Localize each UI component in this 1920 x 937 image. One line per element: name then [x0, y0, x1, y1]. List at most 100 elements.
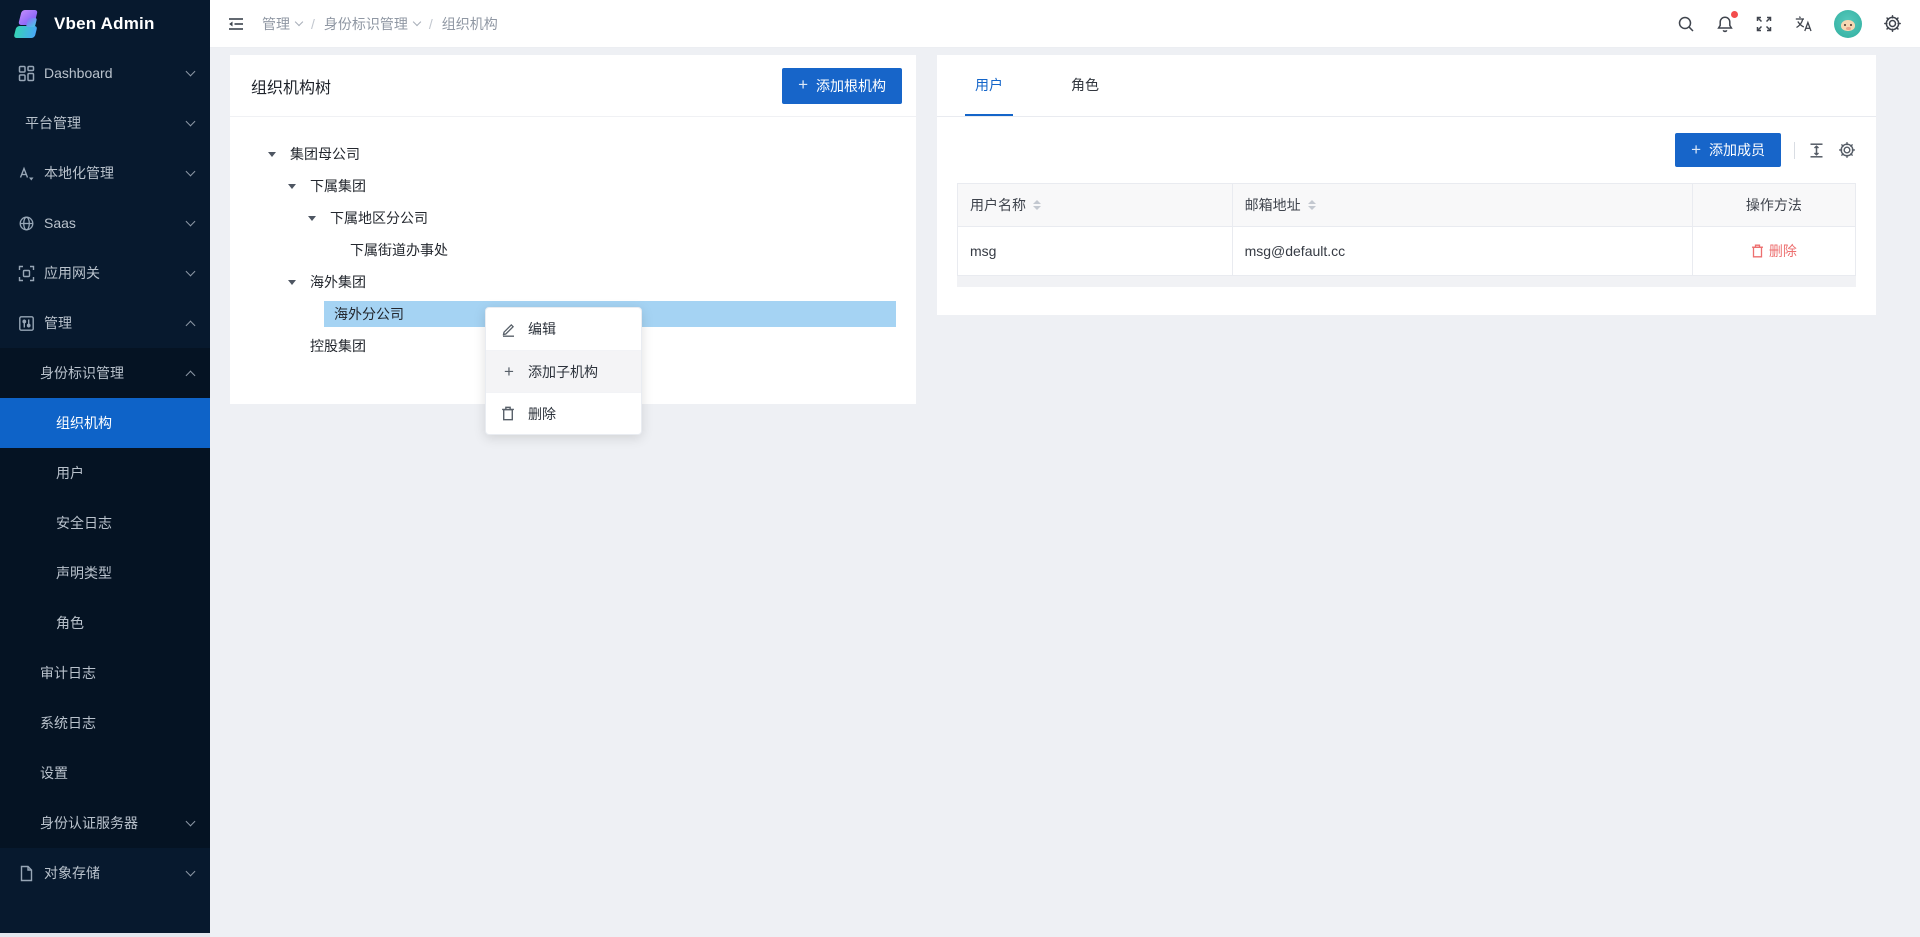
- plus-icon: +: [501, 363, 517, 380]
- sidebar-scrollbar[interactable]: [0, 933, 210, 937]
- context-menu-add-child[interactable]: + 添加子机构: [486, 350, 641, 392]
- sidebar-item-dashboard[interactable]: Dashboard: [0, 48, 210, 98]
- menu-item-label: 添加子机构: [528, 362, 598, 382]
- management-submenu: 身份标识管理 组织机构 用户 安全日志 声明类型 角色: [0, 348, 210, 848]
- sidebar-item-label: 应用网关: [44, 263, 179, 283]
- sidebar-item-system-logs[interactable]: 系统日志: [0, 698, 210, 748]
- panel-title: 组织机构树: [251, 74, 331, 98]
- sidebar-item-label: 角色: [56, 613, 194, 633]
- chevron-down-icon: [413, 18, 421, 26]
- detail-tabs: 用户 角色: [937, 55, 1876, 117]
- sidebar-item-management[interactable]: 管理: [0, 298, 210, 348]
- tree-node-group-parent[interactable]: 集团母公司: [230, 138, 916, 170]
- chevron-down-icon: [186, 117, 196, 127]
- breadcrumb-item-identity-management[interactable]: 身份标识管理: [324, 14, 420, 34]
- delete-label: 删除: [1769, 241, 1797, 261]
- avatar-eye: [1844, 24, 1846, 26]
- add-root-organization-button[interactable]: + 添加根机构: [782, 68, 902, 104]
- column-header-username[interactable]: 用户名称: [958, 184, 1232, 226]
- table-settings-gear-icon[interactable]: [1838, 141, 1856, 159]
- sidebar-item-roles[interactable]: 角色: [0, 598, 210, 648]
- breadcrumb-item-management[interactable]: 管理: [262, 14, 302, 34]
- edit-pencil-icon: [501, 322, 517, 337]
- app-title: Vben Admin: [54, 14, 155, 34]
- tree-node-sub-group[interactable]: 下属集团: [230, 170, 916, 202]
- breadcrumb-separator: /: [311, 16, 315, 32]
- context-menu-edit[interactable]: 编辑: [486, 308, 641, 350]
- sidebar-item-label: 管理: [44, 313, 179, 333]
- trash-icon: [501, 406, 517, 421]
- sidebar-item-claim-types[interactable]: 声明类型: [0, 548, 210, 598]
- sidebar-item-label: 组织机构: [56, 413, 194, 433]
- table-toolbar: + 添加成员: [937, 117, 1876, 183]
- sidebar-item-identity-server[interactable]: 身份认证服务器: [0, 798, 210, 848]
- add-member-button[interactable]: + 添加成员: [1675, 133, 1781, 167]
- menu-fold-icon[interactable]: [227, 15, 245, 33]
- avatar-snout: [1846, 27, 1851, 31]
- sidebar-item-settings[interactable]: 设置: [0, 748, 210, 798]
- tree-node-regional-branch[interactable]: 下属地区分公司: [230, 202, 916, 234]
- caret-down-icon[interactable]: [286, 280, 304, 285]
- chevron-down-icon: [186, 817, 196, 827]
- plus-icon: +: [1691, 141, 1701, 158]
- sidebar-item-identity-management[interactable]: 身份标识管理: [0, 348, 210, 398]
- column-header-actions: 操作方法: [1692, 184, 1855, 226]
- tab-users[interactable]: 用户: [965, 55, 1013, 116]
- sidebar-item-object-storage[interactable]: 对象存储: [0, 848, 210, 898]
- caret-down-icon[interactable]: [286, 184, 304, 189]
- app-layout: Vben Admin Dashboard 平台管理 本地化管理: [0, 0, 1920, 937]
- chevron-down-icon: [295, 18, 303, 26]
- tree-node-street-office[interactable]: 下属街道办事处: [230, 234, 916, 266]
- organization-detail-panel: 用户 角色 + 添加成员: [937, 55, 1876, 315]
- sidebar-item-localization[interactable]: 本地化管理: [0, 148, 210, 198]
- sort-icon[interactable]: [1033, 200, 1041, 210]
- caret-down-icon[interactable]: [306, 216, 324, 221]
- fullscreen-icon[interactable]: [1755, 15, 1773, 33]
- sidebar-item-label: 本地化管理: [44, 163, 179, 183]
- sidebar-item-label: Dashboard: [44, 65, 179, 81]
- delete-member-button[interactable]: 删除: [1751, 241, 1797, 261]
- sidebar-item-security-logs[interactable]: 安全日志: [0, 498, 210, 548]
- row-height-icon[interactable]: [1808, 142, 1825, 159]
- gateway-icon: [18, 265, 35, 282]
- sidebar-item-audit-logs[interactable]: 审计日志: [0, 648, 210, 698]
- tree-node-label: 下属街道办事处: [344, 237, 454, 263]
- menu-item-label: 删除: [528, 404, 556, 424]
- table-header-row: 用户名称 邮箱地址 操作方法: [958, 184, 1855, 226]
- sidebar-item-users[interactable]: 用户: [0, 448, 210, 498]
- breadcrumb-label: 管理: [262, 14, 290, 34]
- sidebar-item-label: 身份认证服务器: [40, 813, 179, 833]
- main-area: 管理 / 身份标识管理 / 组织机构: [210, 0, 1920, 937]
- search-icon[interactable]: [1677, 15, 1695, 33]
- tab-roles[interactable]: 角色: [1061, 55, 1109, 116]
- caret-down-icon[interactable]: [266, 152, 284, 157]
- user-avatar[interactable]: [1834, 10, 1862, 38]
- context-menu-delete[interactable]: 删除: [486, 392, 641, 434]
- settings-gear-icon[interactable]: [1883, 14, 1902, 33]
- sort-icon[interactable]: [1308, 200, 1316, 210]
- tree-node-label: 集团母公司: [284, 141, 366, 167]
- tree-node-overseas-group[interactable]: 海外集团: [230, 266, 916, 298]
- table-footer-strip: [957, 276, 1856, 287]
- username-value: msg: [970, 243, 996, 259]
- sidebar-item-platform-management[interactable]: 平台管理: [0, 98, 210, 148]
- sidebar-item-label: 对象存储: [44, 863, 179, 883]
- sidebar-item-label: 安全日志: [56, 513, 194, 533]
- table-row: msg msg@default.cc 删除: [958, 226, 1855, 275]
- sidebar-item-label: 身份标识管理: [40, 363, 179, 383]
- tree-node-label: 下属集团: [304, 173, 372, 199]
- chevron-down-icon: [186, 67, 196, 77]
- header-actions: [1677, 10, 1902, 38]
- sidebar-item-label: 系统日志: [40, 713, 194, 733]
- avatar-eye: [1850, 24, 1852, 26]
- notification-bell-icon[interactable]: [1716, 15, 1734, 33]
- tree-node-label: 控股集团: [304, 333, 372, 359]
- sidebar-item-organizations[interactable]: 组织机构: [0, 398, 210, 448]
- sidebar-item-saas[interactable]: Saas: [0, 198, 210, 248]
- chevron-down-icon: [186, 167, 196, 177]
- column-header-email[interactable]: 邮箱地址: [1232, 184, 1692, 226]
- sidebar-item-app-gateway[interactable]: 应用网关: [0, 248, 210, 298]
- translate-icon[interactable]: [1794, 15, 1813, 33]
- page-content: 组织机构树 + 添加根机构 集团母公司 下属集团: [210, 48, 1920, 937]
- logo[interactable]: Vben Admin: [0, 0, 210, 48]
